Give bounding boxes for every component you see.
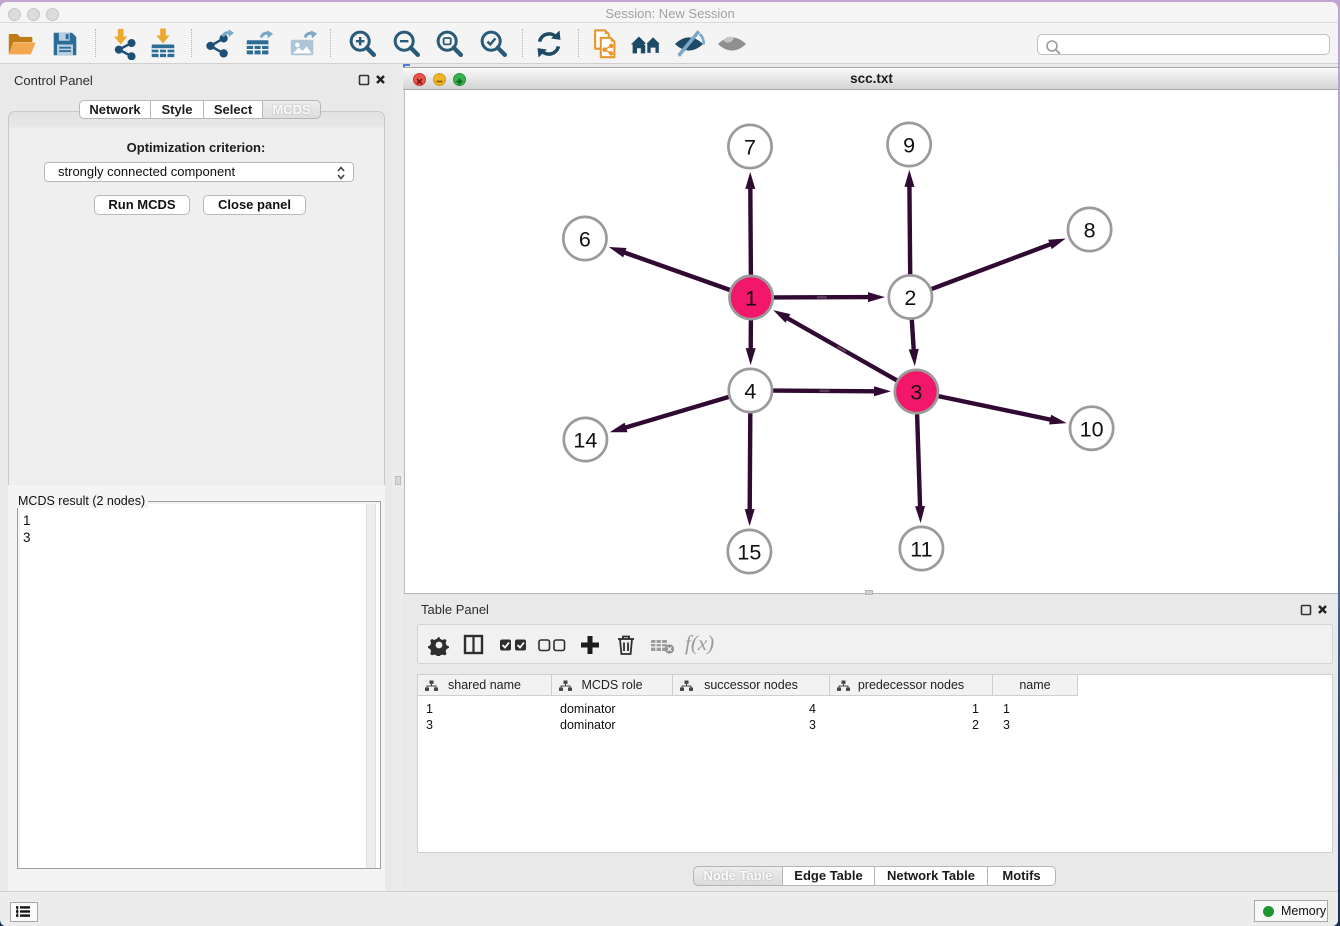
svg-text:9: 9	[903, 134, 915, 158]
svg-text:7: 7	[744, 136, 756, 160]
svg-text:2: 2	[904, 286, 916, 310]
svg-text:4: 4	[744, 380, 756, 404]
svg-text:1: 1	[745, 287, 757, 311]
svg-text:8: 8	[1084, 219, 1096, 243]
svg-text:6: 6	[579, 228, 591, 252]
svg-text:15: 15	[737, 541, 761, 565]
svg-text:10: 10	[1080, 417, 1104, 441]
svg-text:14: 14	[573, 429, 597, 453]
svg-text:3: 3	[910, 381, 922, 405]
svg-text:11: 11	[910, 538, 932, 562]
